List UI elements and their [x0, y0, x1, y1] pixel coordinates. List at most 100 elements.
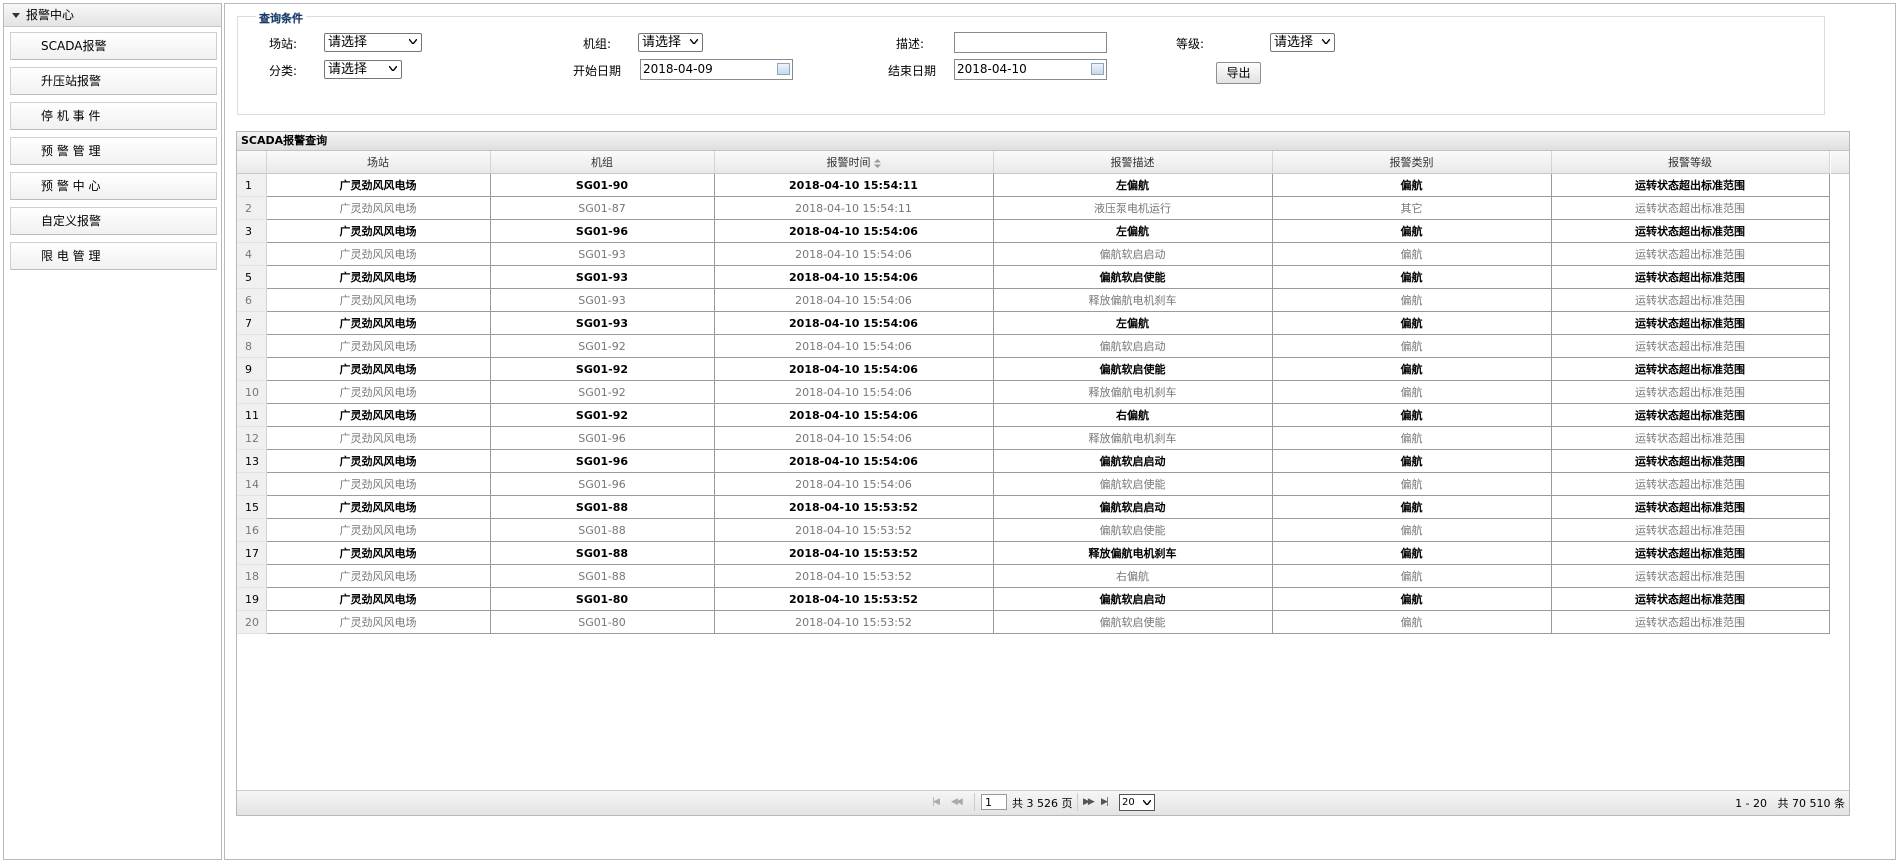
- sidebar-item-shutdown-events[interactable]: 停 机 事 件: [10, 102, 217, 130]
- table-row[interactable]: 5 广灵劲风风电场 SG01-93 2018-04-10 15:54:06 偏航软启使能…: [237, 265, 1830, 289]
- station-cell: 广灵劲风风电场: [266, 219, 491, 243]
- row-number-cell: 4: [237, 242, 267, 266]
- column-header-alarm-description[interactable]: 报警描述: [993, 151, 1273, 174]
- table-row[interactable]: 2 广灵劲风风电场 SG01-87 2018-04-10 15:54:11 液压泵电机运…: [237, 196, 1830, 220]
- alarm-category-cell: 偏航: [1272, 288, 1552, 312]
- query-conditions-panel: 查询条件 场站: 请选择 机组: 请选择 描述: 等级: 请选择 分类: 请选择…: [237, 10, 1825, 115]
- alarm-table: 场站 机组 报警时间 报警描述 报警类别 报警等级 1 广灵劲风风电场 SG01-9…: [237, 151, 1830, 634]
- station-cell: 广灵劲风风电场: [266, 518, 491, 542]
- table-row[interactable]: 10 广灵劲风风电场 SG01-92 2018-04-10 15:54:06 释放偏航电…: [237, 380, 1830, 404]
- first-page-icon[interactable]: |◀: [932, 797, 940, 807]
- station-cell: 广灵劲风风电场: [266, 449, 491, 473]
- export-button[interactable]: 导出: [1216, 62, 1261, 84]
- next-page-icon[interactable]: ▶▶: [1083, 797, 1095, 807]
- station-select-value: 请选择: [328, 35, 368, 50]
- table-row[interactable]: 7 广灵劲风风电场 SG01-93 2018-04-10 15:54:06 左偏航 偏航运…: [237, 311, 1830, 335]
- alarm-category-cell: 偏航: [1272, 242, 1552, 266]
- table-row[interactable]: 20 广灵劲风风电场 SG01-80 2018-04-10 15:53:52 偏航软启使…: [237, 610, 1830, 634]
- alarm-description-cell: 偏航软启启动: [993, 495, 1273, 519]
- alarm-time-cell: 2018-04-10 15:54:06: [714, 265, 994, 289]
- table-row[interactable]: 9 广灵劲风风电场 SG01-92 2018-04-10 15:54:06 偏航软启使能…: [237, 357, 1830, 381]
- table-row[interactable]: 15 广灵劲风风电场 SG01-88 2018-04-10 15:53:52 偏航软启启…: [237, 495, 1830, 519]
- alarm-level-cell: 运转状态超出标准范围: [1551, 242, 1830, 266]
- table-row[interactable]: 16 广灵劲风风电场 SG01-88 2018-04-10 15:53:52 偏航软启使…: [237, 518, 1830, 542]
- station-cell: 广灵劲风风电场: [266, 242, 491, 266]
- column-header-alarm-time[interactable]: 报警时间: [714, 151, 994, 174]
- alarm-time-cell: 2018-04-10 15:54:06: [714, 219, 994, 243]
- record-summary: 1 - 20 共 70 510 条: [1735, 797, 1845, 810]
- alarm-description-cell: 液压泵电机运行: [993, 196, 1273, 220]
- table-row[interactable]: 1 广灵劲风风电场 SG01-90 2018-04-10 15:54:11 左偏航 偏航运…: [237, 173, 1830, 197]
- table-row[interactable]: 18 广灵劲风风电场 SG01-88 2018-04-10 15:53:52 右偏航 偏航…: [237, 564, 1830, 588]
- grid-title: SCADA报警查询: [237, 132, 1849, 151]
- alarm-time-cell: 2018-04-10 15:53:52: [714, 495, 994, 519]
- description-input[interactable]: [954, 32, 1107, 53]
- alarm-description-cell: 释放偏航电机刹车: [993, 426, 1273, 450]
- table-row[interactable]: 12 广灵劲风风电场 SG01-96 2018-04-10 15:54:06 释放偏航电…: [237, 426, 1830, 450]
- end-date-input[interactable]: 2018-04-10: [954, 59, 1107, 80]
- table-row[interactable]: 14 广灵劲风风电场 SG01-96 2018-04-10 15:54:06 偏航软启使…: [237, 472, 1830, 496]
- unit-cell: SG01-96: [490, 426, 715, 450]
- last-page-icon[interactable]: ▶|: [1101, 797, 1109, 807]
- unit-select[interactable]: 请选择: [638, 33, 703, 52]
- table-row[interactable]: 13 广灵劲风风电场 SG01-96 2018-04-10 15:54:06 偏航软启启…: [237, 449, 1830, 473]
- unit-cell: SG01-92: [490, 403, 715, 427]
- alarm-time-cell: 2018-04-10 15:53:52: [714, 587, 994, 611]
- sidebar-item-substation-alarm[interactable]: 升压站报警: [10, 67, 217, 95]
- row-number-cell: 18: [237, 564, 267, 588]
- unit-cell: SG01-88: [490, 495, 715, 519]
- column-header-unit[interactable]: 机组: [490, 151, 715, 174]
- table-row[interactable]: 4 广灵劲风风电场 SG01-93 2018-04-10 15:54:06 偏航软启启动…: [237, 242, 1830, 266]
- alarm-time-cell: 2018-04-10 15:54:11: [714, 173, 994, 197]
- level-select-value: 请选择: [1274, 35, 1314, 50]
- prev-page-icon[interactable]: ◀◀: [951, 797, 963, 807]
- alarm-time-cell: 2018-04-10 15:54:06: [714, 449, 994, 473]
- station-cell: 广灵劲风风电场: [266, 587, 491, 611]
- alarm-category-cell: 偏航: [1272, 449, 1552, 473]
- column-header-alarm-level[interactable]: 报警等级: [1551, 151, 1830, 174]
- column-header-alarm-category[interactable]: 报警类别: [1272, 151, 1552, 174]
- column-header-station[interactable]: 场站: [266, 151, 491, 174]
- station-cell: 广灵劲风风电场: [266, 472, 491, 496]
- calendar-icon[interactable]: [777, 63, 790, 75]
- alarm-time-header-label: 报警时间: [826, 156, 871, 169]
- alarm-category-cell: 偏航: [1272, 426, 1552, 450]
- table-row[interactable]: 17 广灵劲风风电场 SG01-88 2018-04-10 15:53:52 释放偏航电…: [237, 541, 1830, 565]
- sidebar-item-warning-center[interactable]: 预 警 中 心: [10, 172, 217, 200]
- station-cell: 广灵劲风风电场: [266, 426, 491, 450]
- start-date-value: 2018-04-09: [643, 62, 713, 76]
- alarm-category-cell: 偏航: [1272, 564, 1552, 588]
- unit-cell: SG01-88: [490, 541, 715, 565]
- description-label: 描述:: [896, 37, 925, 51]
- table-row[interactable]: 19 广灵劲风风电场 SG01-80 2018-04-10 15:53:52 偏航软启启…: [237, 587, 1830, 611]
- page-size-select[interactable]: 20: [1119, 794, 1155, 811]
- sidebar-header[interactable]: 报警中心: [4, 4, 221, 27]
- category-select[interactable]: 请选择: [324, 60, 402, 79]
- sort-icon: [873, 158, 881, 168]
- station-select[interactable]: 请选择: [324, 33, 422, 52]
- alarm-level-cell: 运转状态超出标准范围: [1551, 380, 1830, 404]
- calendar-icon[interactable]: [1091, 63, 1104, 75]
- station-cell: 广灵劲风风电场: [266, 403, 491, 427]
- sidebar-item-custom-alarm[interactable]: 自定义报警: [10, 207, 217, 235]
- row-number-cell: 10: [237, 380, 267, 404]
- alarm-level-cell: 运转状态超出标准范围: [1551, 449, 1830, 473]
- level-select[interactable]: 请选择: [1270, 33, 1335, 52]
- row-number-cell: 3: [237, 219, 267, 243]
- sidebar-item-scada-alarm[interactable]: SCADA报警: [10, 32, 217, 60]
- start-date-label: 开始日期: [573, 64, 622, 78]
- alarm-level-cell: 运转状态超出标准范围: [1551, 196, 1830, 220]
- table-row[interactable]: 8 广灵劲风风电场 SG01-92 2018-04-10 15:54:06 偏航软启启动…: [237, 334, 1830, 358]
- table-row[interactable]: 3 广灵劲风风电场 SG01-96 2018-04-10 15:54:06 左偏航 偏航运…: [237, 219, 1830, 243]
- row-number-cell: 16: [237, 518, 267, 542]
- alarm-level-cell: 运转状态超出标准范围: [1551, 219, 1830, 243]
- page-number-input[interactable]: 1: [981, 794, 1007, 810]
- sidebar-item-warning-management[interactable]: 预 警 管 理: [10, 137, 217, 165]
- start-date-input[interactable]: 2018-04-09: [640, 59, 793, 80]
- table-row[interactable]: 11 广灵劲风风电场 SG01-92 2018-04-10 15:54:06 右偏航 偏航…: [237, 403, 1830, 427]
- category-select-value: 请选择: [328, 62, 368, 77]
- row-number-cell: 9: [237, 357, 267, 381]
- station-cell: 广灵劲风风电场: [266, 357, 491, 381]
- sidebar-item-curtailment-management[interactable]: 限 电 管 理: [10, 242, 217, 270]
- table-row[interactable]: 6 广灵劲风风电场 SG01-93 2018-04-10 15:54:06 释放偏航电机…: [237, 288, 1830, 312]
